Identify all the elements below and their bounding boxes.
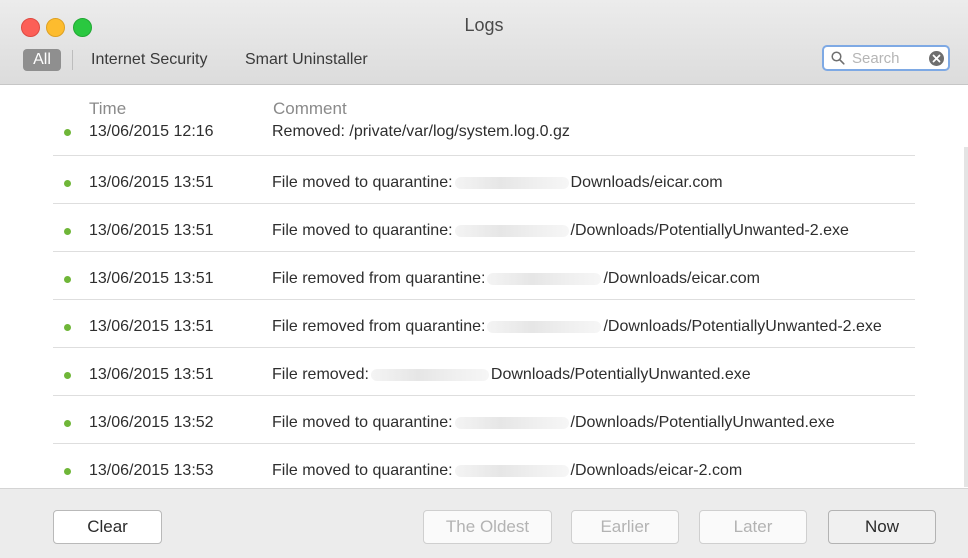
search-input[interactable] bbox=[852, 49, 926, 67]
log-comment: File removed from quarantine: /Downloads/… bbox=[272, 270, 760, 288]
redacted-path bbox=[487, 272, 602, 285]
log-comment: File removed from quarantine: /Downloads/… bbox=[272, 318, 882, 336]
log-comment-path: /Downloads/PotentiallyUnwanted-2.exe bbox=[603, 318, 882, 335]
status-dot bbox=[64, 324, 71, 331]
log-comment-text: File moved to quarantine: bbox=[272, 174, 453, 191]
redacted-path bbox=[370, 368, 489, 381]
log-comment-text: File removed from quarantine: bbox=[272, 270, 486, 287]
log-comment-text: File removed: bbox=[272, 366, 369, 383]
log-row[interactable]: 13/06/2015 13:53 File moved to quarantine… bbox=[53, 444, 915, 488]
log-time: 13/06/2015 13:53 bbox=[89, 462, 214, 479]
redacted-path bbox=[454, 464, 569, 477]
the-oldest-button[interactable]: The Oldest bbox=[423, 510, 552, 544]
filter-all[interactable]: All bbox=[23, 49, 61, 71]
log-time: 13/06/2015 13:51 bbox=[89, 270, 214, 287]
log-comment-text: File moved to quarantine: bbox=[272, 222, 453, 239]
log-row[interactable]: 13/06/2015 12:16 Removed: /private/var/lo… bbox=[53, 115, 915, 156]
log-row[interactable]: 13/06/2015 13:52 File moved to quarantine… bbox=[53, 396, 915, 444]
log-comment: File moved to quarantine: /Downloads/eica… bbox=[272, 462, 742, 480]
status-dot bbox=[64, 420, 71, 427]
log-comment-text: File moved to quarantine: bbox=[272, 414, 453, 431]
log-comment: File moved to quarantine: /Downloads/Pote… bbox=[272, 414, 835, 432]
log-row[interactable]: 13/06/2015 13:51 File removed: Downloads/P… bbox=[53, 348, 915, 396]
now-button[interactable]: Now bbox=[828, 510, 936, 544]
log-row[interactable]: 13/06/2015 13:51 File removed from quaran… bbox=[53, 252, 915, 300]
status-dot bbox=[64, 468, 71, 475]
redacted-path bbox=[454, 224, 569, 237]
log-row[interactable]: 13/06/2015 13:51 File removed from quaran… bbox=[53, 300, 915, 348]
window-title: Logs bbox=[464, 15, 504, 35]
log-comment-path: /Downloads/PotentiallyUnwanted.exe bbox=[570, 414, 835, 431]
logs-window: Logs All Internet Security Smart Uninsta… bbox=[0, 0, 968, 558]
log-time: 13/06/2015 13:51 bbox=[89, 318, 214, 335]
clear-button[interactable]: Clear bbox=[53, 510, 162, 544]
log-comment-path: /Downloads/eicar.com bbox=[603, 270, 760, 287]
clear-search-icon[interactable] bbox=[929, 51, 944, 66]
filter-internet-security[interactable]: Internet Security bbox=[91, 49, 208, 71]
redacted-path bbox=[454, 176, 569, 189]
log-comment: File removed: Downloads/PotentiallyUnwant… bbox=[272, 366, 751, 384]
earlier-button[interactable]: Earlier bbox=[571, 510, 679, 544]
log-comment-path: Downloads/PotentiallyUnwanted.exe bbox=[490, 366, 751, 383]
toolbar: Logs All Internet Security Smart Uninsta… bbox=[0, 0, 968, 85]
later-button[interactable]: Later bbox=[699, 510, 807, 544]
redacted-path bbox=[487, 320, 602, 333]
log-comment-text: File moved to quarantine: bbox=[272, 462, 453, 479]
status-dot bbox=[64, 129, 71, 136]
log-table: Time Comment 13/06/2015 12:16 Removed: /p… bbox=[10, 85, 968, 488]
search-icon bbox=[831, 51, 845, 65]
filter-smart-uninstaller[interactable]: Smart Uninstaller bbox=[245, 49, 368, 71]
log-time: 13/06/2015 12:16 bbox=[89, 123, 214, 140]
status-dot bbox=[64, 372, 71, 379]
bottom-bar: Clear The Oldest Earlier Later Now bbox=[0, 488, 968, 558]
log-comment: File moved to quarantine: /Downloads/Pote… bbox=[272, 222, 849, 240]
log-row[interactable]: 13/06/2015 13:51 File moved to quarantine… bbox=[53, 156, 915, 204]
log-comment-text: File removed from quarantine: bbox=[272, 318, 486, 335]
log-comment: Removed: /private/var/log/system.log.0.g… bbox=[272, 123, 570, 141]
log-row[interactable]: 13/06/2015 13:51 File moved to quarantine… bbox=[53, 204, 915, 252]
log-comment-text: Removed: /private/var/log/system.log.0.g… bbox=[272, 123, 570, 140]
search-field[interactable] bbox=[822, 45, 950, 71]
redacted-path bbox=[454, 416, 569, 429]
log-comment: File moved to quarantine: Downloads/eicar… bbox=[272, 174, 723, 192]
vertical-scrollbar[interactable] bbox=[964, 147, 968, 487]
log-comment-path: /Downloads/PotentiallyUnwanted-2.exe bbox=[570, 222, 849, 239]
log-comment-path: Downloads/eicar.com bbox=[570, 174, 723, 191]
log-time: 13/06/2015 13:52 bbox=[89, 414, 214, 431]
status-dot bbox=[64, 180, 71, 187]
log-time: 13/06/2015 13:51 bbox=[89, 366, 214, 383]
log-time: 13/06/2015 13:51 bbox=[89, 222, 214, 239]
log-comment-path: /Downloads/eicar-2.com bbox=[570, 462, 743, 479]
filter-divider bbox=[72, 50, 73, 70]
status-dot bbox=[64, 228, 71, 235]
log-time: 13/06/2015 13:51 bbox=[89, 174, 214, 191]
log-rows: 13/06/2015 12:16 Removed: /private/var/lo… bbox=[53, 115, 915, 488]
status-dot bbox=[64, 276, 71, 283]
